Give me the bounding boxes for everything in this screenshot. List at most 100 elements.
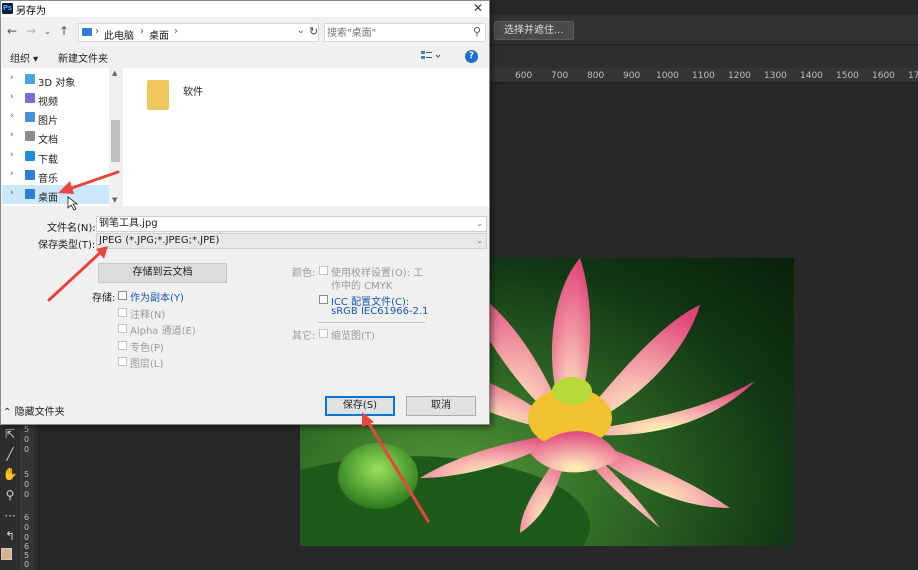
navigation-pane: › 3D 对象 › 视频 › 图片 › 文档 › 下载 › 音乐 › 桌面 ▲ … — [2, 68, 122, 206]
as-copy-label[interactable]: 作为副本(Y) — [130, 289, 184, 304]
file-item-name[interactable]: 软件 — [183, 83, 203, 98]
thumbnail-label: 缩览图(T) — [331, 331, 375, 342]
select-and-mask-button[interactable]: 选择并遮住... — [494, 21, 574, 40]
ruler-tick: 1000 — [656, 71, 679, 81]
expand-chevron-icon[interactable]: › — [10, 130, 14, 140]
save-to-cloud-button[interactable]: 存储到云文档 — [98, 263, 227, 283]
forward-arrow-icon[interactable]: → — [26, 24, 36, 38]
file-list-pane: 软件 — [123, 68, 489, 206]
swap-colors-icon[interactable]: ↰ — [2, 529, 18, 545]
breadcrumb-chevron-icon[interactable]: › — [174, 26, 178, 37]
zoom-tool-icon[interactable]: ⚲ — [2, 488, 18, 504]
organize-button[interactable]: 组织 ▾ — [10, 50, 38, 65]
breadcrumb-desktop[interactable]: 桌面 — [149, 27, 169, 42]
vruler-tick: 5 — [24, 551, 30, 560]
hide-folders-toggle[interactable]: ⌃ 隐藏文件夹 — [3, 403, 65, 418]
expand-chevron-icon[interactable]: › — [10, 150, 14, 160]
scroll-down-icon[interactable]: ▼ — [112, 196, 117, 204]
horizontal-ruler: 600 700 800 900 1000 1100 1200 1300 1400… — [490, 68, 918, 83]
filename-input[interactable]: 钢笔工具.jpg ⌄ — [96, 216, 487, 232]
new-folder-button[interactable]: 新建文件夹 — [58, 50, 108, 65]
more-tools-icon[interactable]: ··· — [2, 509, 18, 525]
annotations-checkbox[interactable] — [118, 308, 127, 317]
vruler-tick: 5 — [24, 425, 30, 434]
alpha-channels-checkbox[interactable] — [118, 324, 127, 333]
vruler-tick: 0 — [24, 523, 30, 532]
vruler-tick: 6 — [24, 513, 30, 522]
address-bar[interactable]: › 此电脑 › 桌面 › ⌄ ↻ — [78, 23, 319, 42]
filename-label: 文件名(N): — [47, 223, 96, 234]
view-options-icon[interactable] — [420, 49, 442, 63]
recent-locations-icon[interactable]: ⌄ — [44, 27, 51, 36]
breadcrumb-this-pc[interactable]: 此电脑 — [104, 27, 134, 42]
spot-colors-label: 专色(P) — [130, 343, 164, 354]
spot-colors-checkbox[interactable] — [118, 341, 127, 350]
save-group-label: 存储: — [92, 293, 116, 304]
expand-chevron-icon[interactable]: › — [10, 188, 14, 198]
filetype-label: 保存类型(T): — [38, 240, 96, 251]
ruler-tick: 1200 — [728, 71, 751, 81]
navigation-bar: ← → ⌄ ↑ › 此电脑 › 桌面 › ⌄ ↻ ⚲ — [1, 21, 489, 45]
chevron-down-icon[interactable]: ⌄ — [476, 217, 483, 231]
search-icon[interactable]: ⚲ — [473, 25, 481, 38]
nav-item-downloads[interactable]: › 下载 — [2, 147, 109, 166]
downloads-icon — [25, 151, 35, 161]
other-group-label: 其它: — [292, 331, 316, 342]
nav-item-pictures[interactable]: › 图片 — [2, 108, 109, 127]
nav-item-music[interactable]: › 音乐 — [2, 166, 109, 185]
vruler-tick: 0 — [24, 560, 30, 569]
document-tab-bar — [490, 46, 918, 68]
address-dropdown-icon[interactable]: ⌄ — [297, 26, 305, 36]
refresh-icon[interactable]: ↻ — [309, 25, 318, 38]
nav-scrollbar-thumb[interactable] — [111, 120, 120, 162]
search-box[interactable]: ⚲ — [324, 23, 486, 42]
layers-checkbox[interactable] — [118, 357, 127, 366]
ruler-tick: 17 — [908, 71, 918, 81]
vruler-tick: 5 — [24, 470, 30, 479]
save-button[interactable]: 保存(S) — [325, 396, 395, 416]
up-arrow-icon[interactable]: ↑ — [59, 24, 69, 38]
search-input[interactable] — [327, 26, 467, 40]
options-bar: 选择并遮住... — [490, 15, 918, 45]
breadcrumb-chevron-icon[interactable]: › — [140, 26, 144, 37]
pictures-icon — [25, 112, 35, 122]
help-icon[interactable]: ? — [465, 50, 478, 63]
scroll-up-icon[interactable]: ▲ — [112, 69, 117, 77]
as-copy-checkbox[interactable] — [118, 291, 127, 300]
proof-setup-checkbox[interactable] — [319, 266, 328, 275]
move-tool-icon[interactable]: ⇱ — [2, 427, 18, 443]
folder-icon[interactable] — [147, 80, 169, 110]
ruler-tick: 1500 — [836, 71, 859, 81]
dialog-title: 另存为 — [16, 6, 46, 17]
back-arrow-icon[interactable]: ← — [7, 24, 17, 38]
documents-icon — [25, 131, 35, 141]
nav-item-label: 桌面 — [38, 193, 58, 204]
color-group-label: 颜色: — [292, 268, 316, 279]
command-bar: 组织 ▾ 新建文件夹 ? — [1, 46, 489, 68]
chevron-down-icon[interactable]: ⌄ — [476, 234, 483, 248]
nav-item-3d-objects[interactable]: › 3D 对象 — [2, 70, 109, 89]
alpha-channels-label: Alpha 通道(E) — [130, 326, 196, 337]
icc-profile-value[interactable]: sRGB IEC61966-2.1 — [331, 306, 429, 317]
hand-tool-icon[interactable]: ✋ — [2, 467, 18, 483]
nav-item-videos[interactable]: › 视频 — [2, 89, 109, 108]
nav-scrollbar[interactable]: ▲ ▼ — [109, 68, 122, 206]
expand-chevron-icon[interactable]: › — [10, 111, 14, 121]
close-icon[interactable]: ✕ — [473, 1, 483, 15]
vruler-tick: 0 — [24, 480, 30, 489]
line-tool-icon[interactable]: ╱ — [2, 447, 18, 463]
expand-chevron-icon[interactable]: › — [10, 73, 14, 83]
cancel-button[interactable]: 取消 — [406, 396, 476, 416]
icc-profile-checkbox[interactable] — [319, 295, 328, 304]
filetype-value: JPEG (*.JPG;*.JPEG;*.JPE) — [99, 235, 220, 246]
ruler-tick: 900 — [623, 71, 641, 81]
foreground-color-swatch[interactable] — [1, 548, 12, 560]
expand-chevron-icon[interactable]: › — [10, 169, 14, 179]
breadcrumb-chevron-icon[interactable]: › — [95, 26, 99, 37]
nav-item-documents[interactable]: › 文档 — [2, 127, 109, 146]
thumbnail-checkbox[interactable] — [319, 329, 328, 338]
filetype-select[interactable]: JPEG (*.JPG;*.JPEG;*.JPE) ⌄ — [96, 233, 487, 249]
vertical-ruler: 5 0 0 5 0 0 6 0 0 6 5 0 — [20, 425, 34, 570]
expand-chevron-icon[interactable]: › — [10, 92, 14, 102]
nav-item-desktop[interactable]: › 桌面 — [2, 185, 109, 204]
